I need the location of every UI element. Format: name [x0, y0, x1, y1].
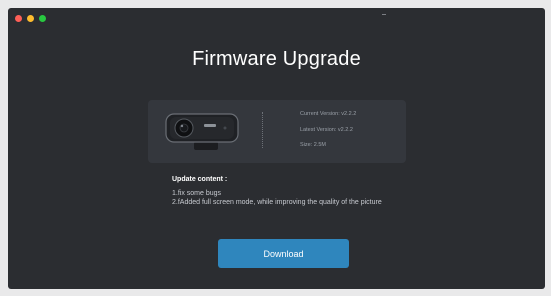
firmware-size-label: Size: 2.5M: [300, 142, 326, 148]
close-window-button[interactable]: [15, 15, 22, 22]
latest-version-label: Latest Version: v2.2.2: [300, 126, 353, 133]
app-window: Firmware Upgrade Current Version: v2.2.2…: [8, 8, 545, 289]
minimize-icon[interactable]: [382, 14, 386, 15]
update-item: 2.fAdded full screen mode, while improvi…: [172, 199, 382, 206]
version-info: Current Version: v2.2.2 Latest Version: …: [300, 111, 357, 159]
minimize-window-button[interactable]: [27, 15, 34, 22]
download-button[interactable]: Download: [218, 239, 349, 268]
device-info-card: Current Version: v2.2.2 Latest Version: …: [148, 100, 406, 163]
current-version-label: Current Version: v2.2.2: [300, 111, 357, 117]
divider: [262, 112, 263, 148]
webcam-icon: [165, 113, 239, 150]
page-title: Firmware Upgrade: [192, 48, 361, 70]
window-controls: [15, 15, 46, 22]
zoom-window-button[interactable]: [39, 15, 46, 22]
update-item: 1.fix some bugs: [172, 190, 222, 197]
update-content-heading: Update content :: [172, 176, 228, 183]
